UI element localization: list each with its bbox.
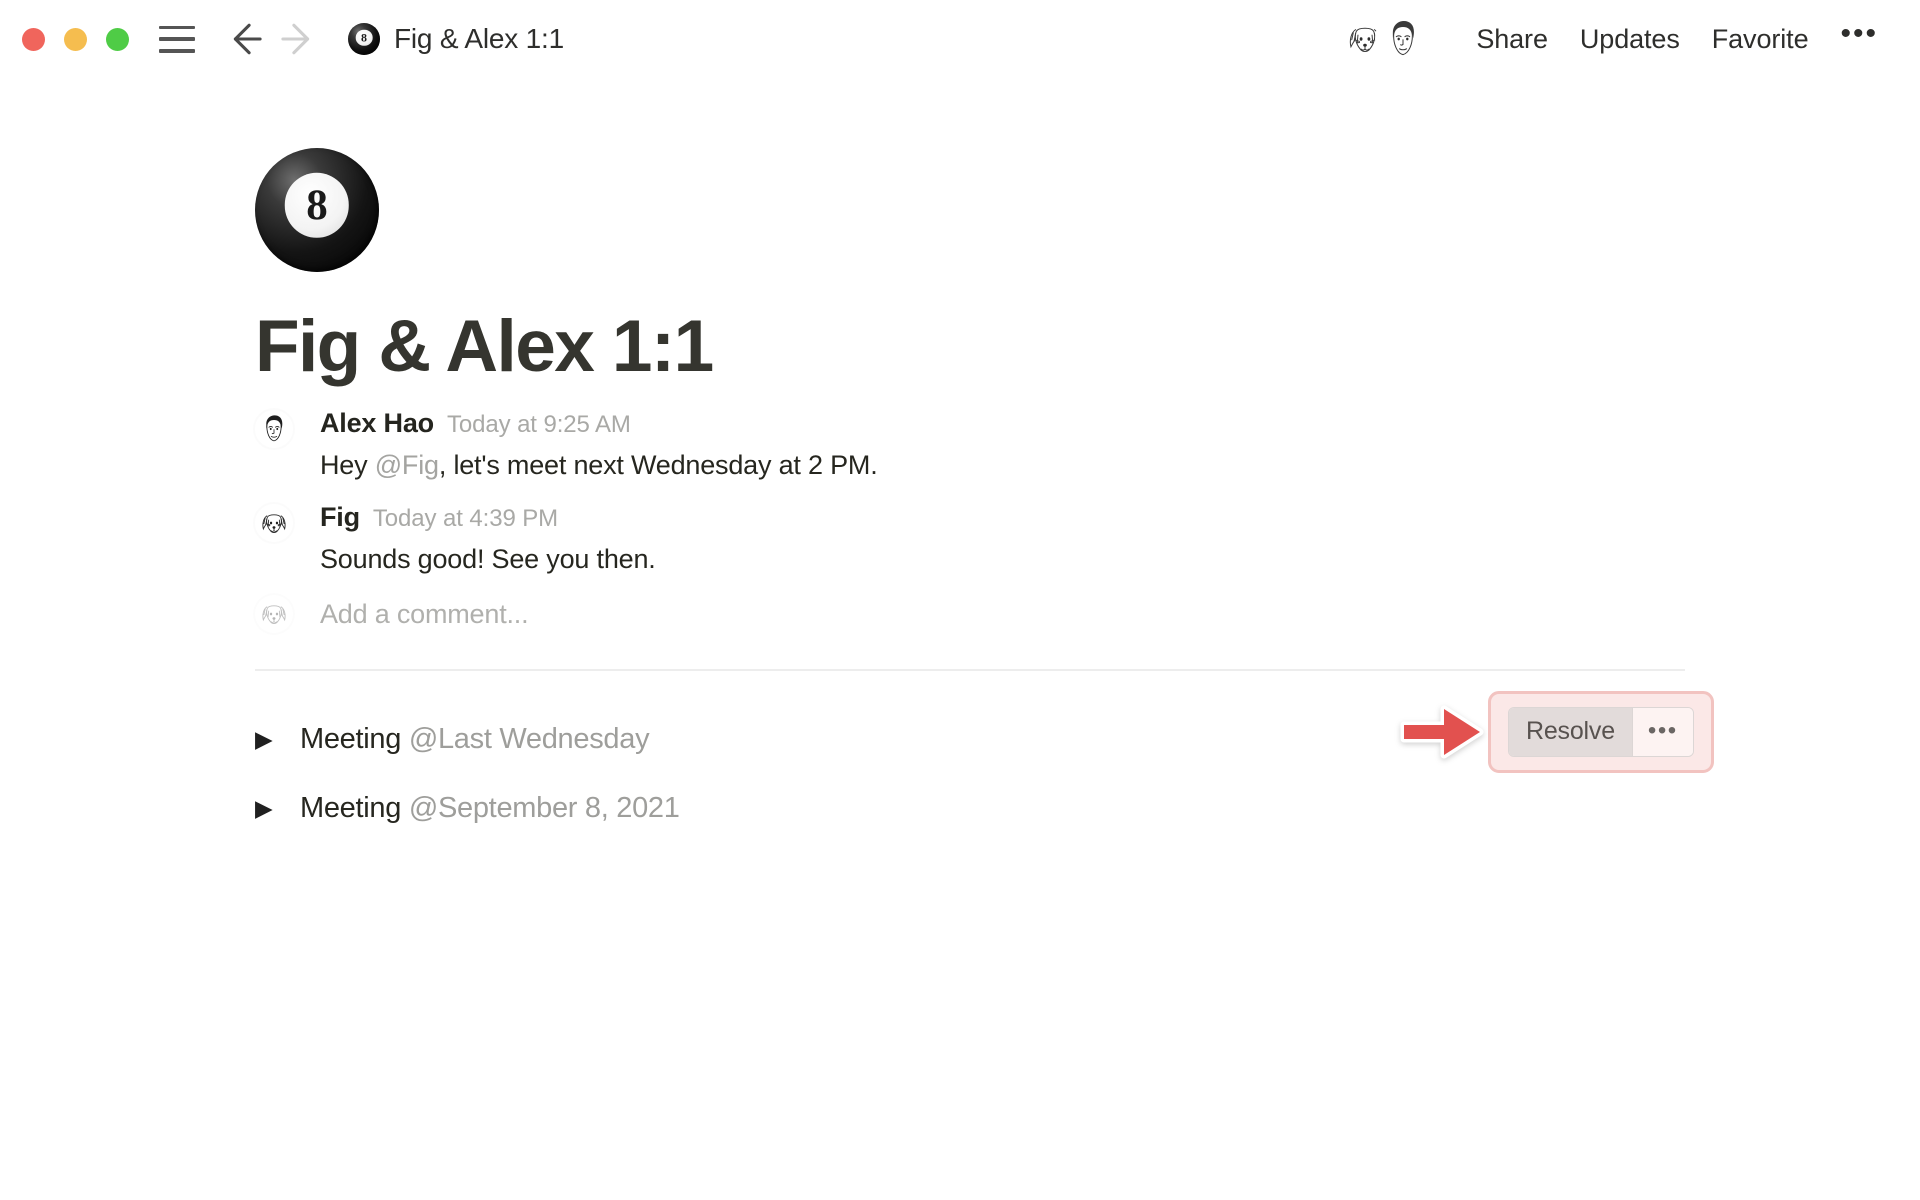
add-comment-input[interactable]: Add a comment... [320, 599, 529, 630]
titlebar: 8 Fig & Alex 1:1 Share Updates Favorite … [0, 0, 1920, 78]
comment-item: Alex Hao Today at 9:25 AM Hey @Fig, let'… [255, 407, 1685, 483]
toggle-label: Meeting @September 8, 2021 [300, 792, 680, 825]
add-comment-row[interactable]: Add a comment... [255, 595, 1685, 634]
titlebar-actions: Share Updates Favorite ••• [1340, 14, 1920, 64]
comment-author: Fig [320, 502, 360, 533]
toggle-label: Meeting @Last Wednesday [300, 723, 650, 756]
page-title[interactable]: Fig & Alex 1:1 [255, 308, 1685, 386]
fig-dog-avatar [255, 504, 293, 543]
toggle-item-meeting-september-8-2021[interactable]: ▶ Meeting @September 8, 2021 [255, 792, 1685, 825]
comment-timestamp: Today at 4:39 PM [372, 505, 559, 533]
red-arrow-annotation-icon [1400, 704, 1484, 760]
hamburger-line [159, 25, 195, 29]
comment-text-after: , let's meet next Wednesday at 2 PM. [438, 450, 878, 481]
chevron-right-icon[interactable]: ▶ [255, 728, 281, 751]
page-eight-ball-icon[interactable]: 8 [255, 148, 379, 272]
alex-hao-avatar [255, 410, 293, 449]
share-button[interactable]: Share [1460, 18, 1564, 61]
close-window-button[interactable] [22, 27, 45, 51]
comment-body: Alex Hao Today at 9:25 AM Hey @Fig, let'… [320, 407, 878, 483]
resolve-button[interactable]: Resolve [1509, 708, 1632, 756]
eight-ball-icon: 8 [348, 23, 380, 55]
hamburger-menu-icon[interactable] [159, 25, 195, 53]
comment-meta: Alex Hao Today at 9:25 AM [320, 407, 878, 441]
eight-ball-number: 8 [284, 172, 350, 238]
comment-item: Fig Today at 4:39 PM Sounds good! See yo… [255, 501, 1685, 577]
comment-text-before: Hey [320, 450, 375, 481]
maximize-window-button[interactable] [106, 27, 129, 51]
comment-meta: Fig Today at 4:39 PM [320, 501, 656, 535]
app-window: 8 Fig & Alex 1:1 Share Updates Favorite … [0, 0, 1920, 1200]
eight-ball-number: 8 [355, 29, 373, 47]
page-body: 8 Fig & Alex 1:1 Alex Hao Today at 9:25 … [0, 78, 1920, 1200]
chevron-right-icon[interactable]: ▶ [255, 797, 281, 820]
comment-author: Alex Hao [320, 408, 434, 439]
mention-chip[interactable]: @Fig [375, 450, 439, 480]
hamburger-line [159, 49, 195, 53]
minimize-window-button[interactable] [64, 27, 87, 51]
comment-more-options-button[interactable]: ••• [1631, 708, 1693, 756]
comment-body: Fig Today at 4:39 PM Sounds good! See yo… [320, 501, 656, 577]
toggle-reference[interactable]: @September 8, 2021 [409, 792, 680, 824]
comment-text: Hey @Fig, let's meet next Wednesday at 2… [320, 448, 878, 483]
resolve-annotation-group: Resolve ••• [1400, 691, 1714, 773]
titlebar-title: Fig & Alex 1:1 [394, 23, 564, 54]
alex-hao-avatar[interactable] [1378, 14, 1429, 64]
toggle-title: Meeting [300, 723, 402, 756]
collaborator-avatars[interactable] [1340, 14, 1429, 64]
navigation-arrows [223, 17, 320, 61]
more-options-icon[interactable]: ••• [1824, 19, 1890, 53]
traffic-light-controls [22, 27, 129, 51]
ellipsis-icon: ••• [1647, 717, 1678, 745]
updates-button[interactable]: Updates [1564, 18, 1696, 61]
arrow-right-icon[interactable] [276, 17, 320, 61]
eight-ball-sphere: 8 [348, 23, 380, 55]
comment-thread: Alex Hao Today at 9:25 AM Hey @Fig, let'… [255, 407, 1685, 672]
favorite-button[interactable]: Favorite [1696, 18, 1825, 61]
section-divider [255, 669, 1685, 672]
resolve-highlight-box: Resolve ••• [1488, 691, 1714, 773]
comment-timestamp: Today at 9:25 AM [446, 411, 631, 439]
toggle-title: Meeting [300, 792, 402, 825]
fig-dog-avatar [255, 595, 293, 634]
toggle-reference[interactable]: @Last Wednesday [409, 723, 650, 755]
eight-ball-sphere: 8 [255, 148, 379, 272]
comment-text: Sounds good! See you then. [320, 543, 656, 574]
resolve-button-group: Resolve ••• [1508, 707, 1694, 757]
hamburger-line [159, 37, 195, 41]
arrow-left-icon[interactable] [223, 17, 267, 61]
